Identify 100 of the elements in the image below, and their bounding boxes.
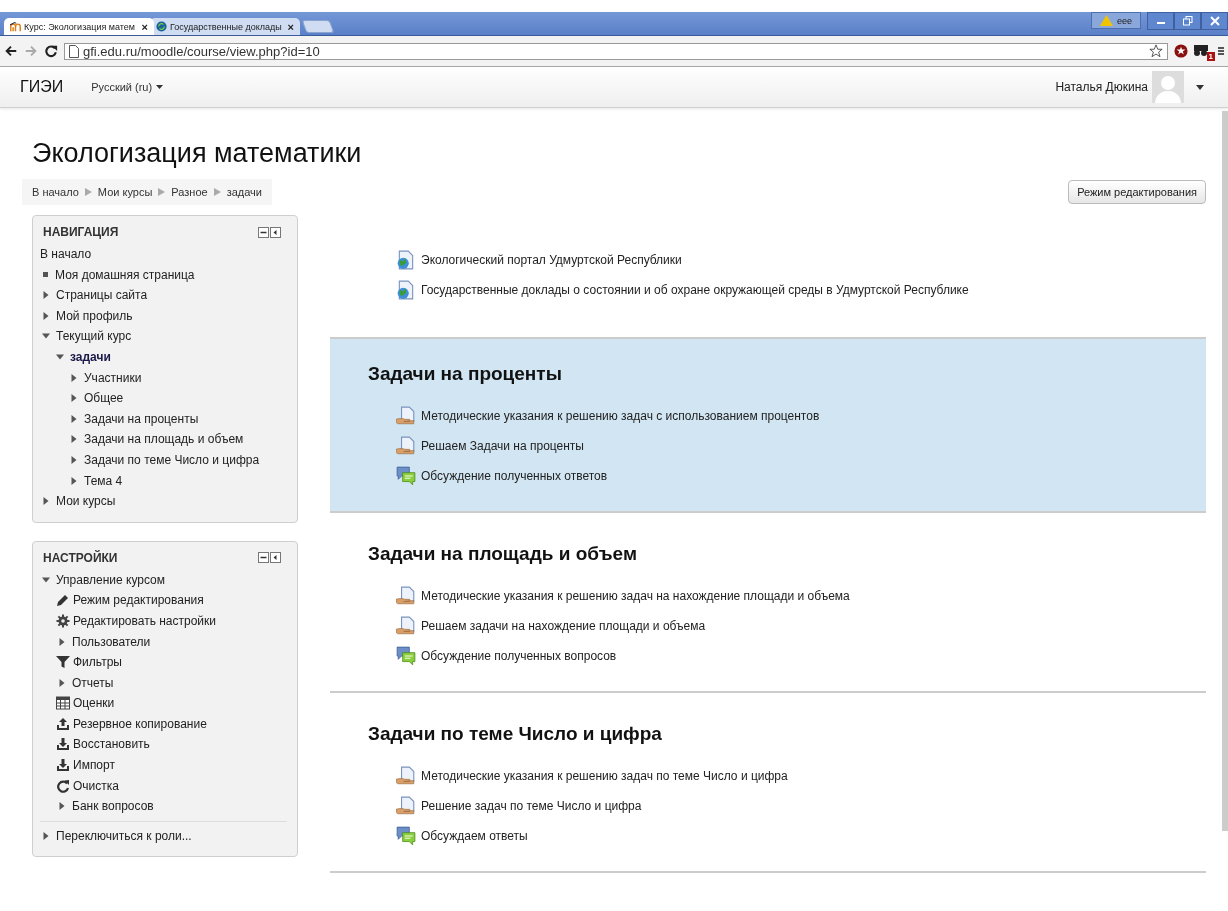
collapsed-arrow-icon[interactable] (42, 831, 50, 840)
close-icon (1209, 16, 1220, 26)
collapsed-arrow-icon[interactable] (58, 637, 66, 646)
collapse-icon[interactable] (258, 226, 269, 238)
breadcrumb-link[interactable]: задачи (226, 186, 262, 198)
settings-item[interactable]: Управление курсом (56, 569, 166, 591)
reload-icon[interactable] (44, 44, 58, 58)
activity-link[interactable]: Методические указания к решению задач по теме Число и цифра (421, 769, 788, 783)
pencil-icon (56, 593, 70, 608)
breadcrumb-link[interactable]: Мои курсы (97, 186, 153, 198)
nav-item[interactable]: Текущий курс (56, 326, 132, 347)
dock-icon[interactable] (270, 552, 281, 564)
separator-icon (213, 188, 221, 196)
collapsed-arrow-icon[interactable] (42, 311, 50, 320)
activity-link[interactable]: Решение задач по теме Число и цифра (421, 799, 642, 813)
settings-item[interactable]: Режим редактирования (73, 590, 204, 611)
nav-item[interactable]: задачи (70, 346, 111, 368)
language-menu[interactable]: Русский (ru) (91, 81, 153, 93)
menu-icon[interactable] (1218, 44, 1224, 58)
nav-item[interactable]: Страницы сайта (56, 285, 148, 306)
sync-icon (156, 21, 167, 32)
settings-item[interactable]: Отчеты (72, 672, 114, 694)
expanded-arrow-icon[interactable] (56, 352, 64, 361)
separator-icon (84, 188, 92, 196)
separator-icon (158, 188, 166, 196)
settings-item[interactable]: Переключиться к роли... (56, 825, 192, 847)
collapsed-arrow-icon[interactable] (70, 476, 78, 485)
collapsed-arrow-icon[interactable] (42, 291, 50, 300)
caret-icon[interactable] (1196, 84, 1204, 90)
back-icon[interactable] (4, 44, 18, 58)
nav-item[interactable]: Мои курсы (56, 491, 116, 512)
activity-link[interactable]: Государственные доклады о состоянии и об охране окружающей среды в Удмуртской Республике (421, 283, 969, 297)
download-icon (56, 758, 70, 773)
star-icon[interactable] (1149, 44, 1163, 58)
activity-link[interactable]: Методические указания к решению задач с использованием процентов (421, 409, 820, 423)
caret-icon[interactable] (156, 85, 164, 89)
edit-mode-button[interactable]: Режим редактирования (1068, 180, 1206, 204)
settings-item[interactable]: Резервное копирование (73, 713, 207, 735)
nav-item[interactable]: Задачи на площадь и объем (84, 429, 244, 450)
expanded-arrow-icon[interactable] (42, 575, 50, 584)
tab-close-button[interactable]: × (141, 20, 148, 33)
collapsed-arrow-icon[interactable] (70, 414, 78, 423)
minimize-button[interactable] (1147, 12, 1174, 30)
nav-item[interactable]: Моя домашняя страница (55, 264, 195, 286)
settings-item[interactable]: Пользователи (72, 631, 151, 653)
document-hand-icon (396, 796, 416, 816)
collapsed-arrow-icon[interactable] (58, 678, 66, 687)
site-brand[interactable]: ГИЭИ (20, 78, 64, 96)
activity-link[interactable]: Обсуждение полученных ответов (421, 469, 608, 483)
address-bar[interactable]: gfi.edu.ru/moodle/course/view.php?id=10 (64, 42, 1168, 60)
course-title: Экологизация математики (32, 138, 363, 169)
breadcrumb-link[interactable]: В начало (32, 186, 79, 198)
nav-item[interactable]: Участники (84, 367, 142, 389)
nav-item[interactable]: Задачи на проценты (84, 408, 199, 430)
document-hand-icon (396, 406, 416, 426)
settings-item[interactable]: Редактировать настройки (73, 610, 217, 632)
collapsed-arrow-icon[interactable] (70, 455, 78, 464)
gear-icon (56, 613, 70, 628)
collapsed-arrow-icon[interactable] (70, 373, 78, 382)
settings-item[interactable]: Фильтры (73, 652, 122, 673)
settings-item[interactable]: Восстановить (73, 734, 150, 756)
expanded-arrow-icon[interactable] (42, 332, 50, 341)
collapsed-arrow-icon[interactable] (42, 497, 50, 506)
breadcrumb-link[interactable]: Разное (171, 186, 208, 198)
activity-link[interactable]: Обсуждаем ответы (421, 829, 528, 843)
dock-icon[interactable] (270, 226, 281, 238)
tab-close-button[interactable]: × (287, 20, 294, 33)
extension-icon[interactable] (1174, 44, 1188, 58)
maximize-button[interactable] (1174, 12, 1201, 30)
section-title: Задачи на площадь и объем (368, 543, 638, 565)
collapsed-arrow-icon[interactable] (58, 802, 66, 811)
activity-link[interactable]: Решаем задачи на нахождение площади и объема (421, 619, 706, 633)
nav-item[interactable]: В начало (40, 244, 92, 265)
nav-item[interactable]: Мой профиль (56, 305, 133, 327)
collapse-icon[interactable] (258, 552, 269, 564)
new-tab-button[interactable] (301, 20, 335, 33)
nav-item[interactable]: Тема 4 (84, 470, 123, 492)
settings-item[interactable]: Импорт (73, 755, 115, 776)
extension-button[interactable]: 1 (1194, 43, 1212, 59)
bullet-icon (43, 271, 48, 277)
settings-item[interactable]: Оценки (73, 693, 115, 714)
nav-item[interactable]: Общее (84, 388, 124, 409)
collapsed-arrow-icon[interactable] (70, 435, 78, 444)
activity-link[interactable]: Обсуждение полученных вопросов (421, 649, 617, 663)
scrollbar[interactable] (1222, 111, 1228, 831)
nav-item[interactable]: Задачи по теме Число и цифра (84, 449, 260, 471)
upload-icon (56, 716, 70, 731)
activity-link[interactable]: Методические указания к решению задач на нахождение площади и объема (421, 589, 850, 603)
web-page-icon (396, 250, 416, 270)
user-name[interactable]: Наталья Дюкина (1055, 80, 1148, 94)
settings-item[interactable]: Банк вопросов (72, 796, 154, 817)
document-hand-icon (396, 436, 416, 456)
close-button[interactable] (1201, 12, 1228, 30)
activity-link[interactable]: Экологический портал Удмуртской Республики (421, 253, 682, 267)
profile-button[interactable]: eee (1090, 12, 1141, 29)
section-title: Задачи на проценты (368, 363, 563, 385)
collapsed-arrow-icon[interactable] (70, 394, 78, 403)
activity-link[interactable]: Решаем Задачи на проценты (421, 439, 584, 453)
settings-item[interactable]: Очистка (73, 775, 119, 797)
browser-tab[interactable]: Курс: Экологизация матем × (4, 18, 154, 35)
